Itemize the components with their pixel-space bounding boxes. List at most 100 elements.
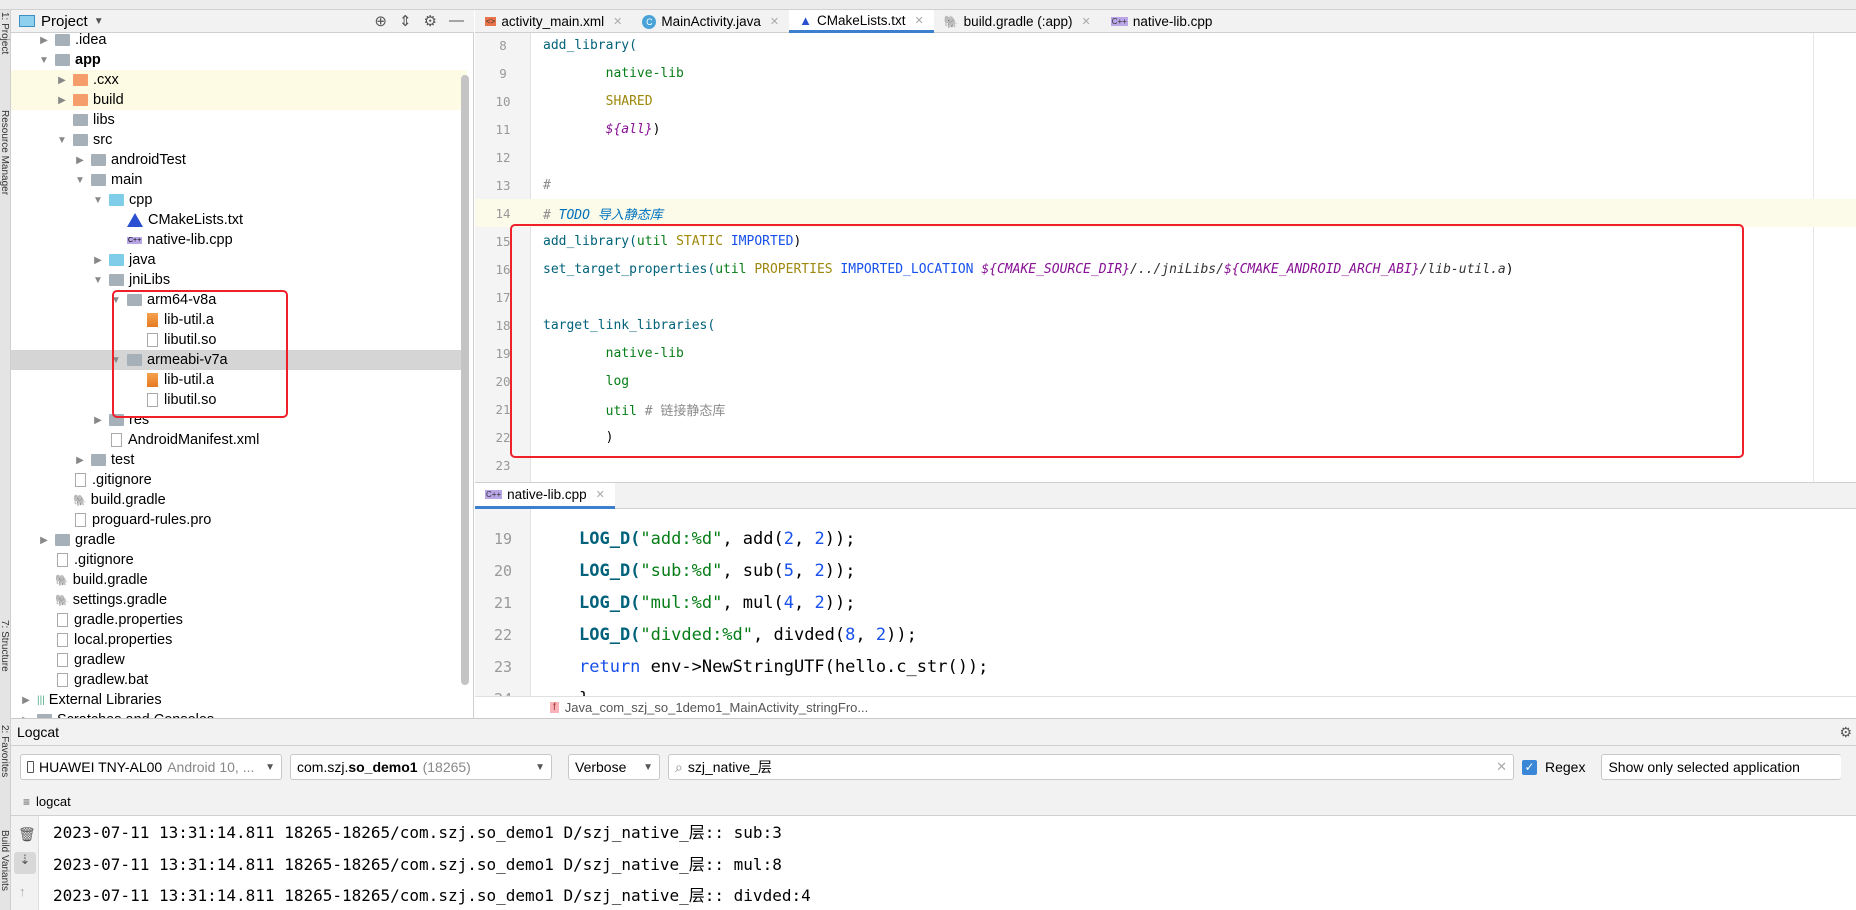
logcat-search-input[interactable]: ⌕ szj_native_层 ✕ <box>668 754 1514 780</box>
code-token: 2 <box>875 625 887 645</box>
code-token: env->NewStringUTF(hello.c_str()); <box>650 657 989 677</box>
tree-item[interactable]: ▶ .idea <box>11 33 467 50</box>
code-line: 19 LOG_D("add:%d", add(2, 2)); <box>475 523 855 555</box>
tree-item[interactable]: ▶ ||| External Libraries <box>11 690 467 710</box>
gradle-icon: 🐘 <box>73 494 87 507</box>
close-icon[interactable]: ✕ <box>1082 15 1091 28</box>
side-tab-favorites[interactable]: 2: Favorites <box>0 725 10 777</box>
minimize-icon[interactable]: — <box>449 12 464 30</box>
tab-activity-main-xml[interactable]: <> activity_main.xml ✕ <box>475 10 632 33</box>
library-icon: ||| <box>37 694 45 706</box>
process-selector[interactable]: com.szj.so_demo1 (18265) ▼ <box>290 754 552 780</box>
tree-item[interactable]: ▶ build <box>11 90 467 110</box>
tab-native-lib-cpp[interactable]: C++ native-lib.cpp <box>1101 10 1223 33</box>
code-token: , mul( <box>722 593 784 613</box>
side-tab-resource-manager[interactable]: Resource Manager <box>0 110 10 195</box>
regex-checkbox[interactable]: ✓ <box>1522 759 1537 775</box>
chevron-right-icon[interactable]: ▶ <box>91 255 105 266</box>
regex-label: Regex <box>1545 759 1586 775</box>
tab-build-gradle-app[interactable]: 🐘 build.gradle (:app) ✕ <box>934 10 1101 33</box>
tab-native-lib-cpp[interactable]: C++ native-lib.cpp ✕ <box>475 483 615 509</box>
tree-item[interactable]: .gitignore <box>11 550 467 570</box>
tree-item-label: java <box>129 252 156 268</box>
chevron-right-icon[interactable]: ▶ <box>73 455 87 466</box>
gear-icon[interactable]: ⚙ <box>1839 724 1856 741</box>
tree-item[interactable]: gradlew <box>11 650 467 670</box>
gear-icon[interactable]: ⚙ <box>424 12 437 30</box>
close-icon[interactable]: ✕ <box>613 15 622 28</box>
side-tab-structure[interactable]: 7: Structure <box>0 620 10 672</box>
tree-item[interactable]: gradle.properties <box>11 610 467 630</box>
cpp-editor[interactable]: 19 LOG_D("add:%d", add(2, 2)); 20 LOG_D("su… <box>475 509 1856 696</box>
tree-item[interactable]: ▶ gradle <box>11 530 467 550</box>
line-code: add_library( <box>531 38 637 53</box>
filter-selector[interactable]: Show only selected application <box>1601 754 1842 780</box>
chevron-down-icon[interactable]: ▼ <box>91 275 105 286</box>
tree-item[interactable]: ▼ main <box>11 170 467 190</box>
file-icon <box>57 553 68 567</box>
chevron-down-icon[interactable]: ▼ <box>55 135 69 146</box>
tree-item[interactable]: ▼ app <box>11 50 467 70</box>
chevron-down-icon[interactable]: ▼ <box>73 175 87 186</box>
tree-item[interactable]: ▶Scratches and Consoles <box>11 710 467 718</box>
tree-item[interactable]: ▶ test <box>11 450 467 470</box>
tree-item[interactable]: .gitignore <box>11 470 467 490</box>
device-selector[interactable]: HUAWEI TNY-AL00 Android 10, ... ▼ <box>20 754 282 780</box>
editor-tabs: <> activity_main.xml ✕ C MainActivity.java ✕ ▲… <box>475 10 1856 33</box>
chevron-right-icon[interactable]: ▶ <box>73 155 87 166</box>
tree-item[interactable]: 🐘 build.gradle <box>11 570 467 590</box>
chevron-down-icon[interactable]: ▼ <box>37 55 51 66</box>
tree-item-label: jniLibs <box>129 272 171 288</box>
close-icon[interactable]: ✕ <box>770 15 779 28</box>
tree-item[interactable]: 🐘 build.gradle <box>11 490 467 510</box>
chevron-right-icon[interactable]: ▶ <box>37 535 51 546</box>
cmake-icon: ▲ <box>799 12 812 28</box>
tree-item[interactable]: CMakeLists.txt <box>11 210 467 230</box>
tree-item[interactable]: libs <box>11 110 467 130</box>
breadcrumb-function[interactable]: Java_com_szj_so_1demo1_MainActivity_stri… <box>565 700 868 715</box>
chevron-down-icon[interactable]: ▼ <box>94 16 104 27</box>
tab-mainactivity-java[interactable]: C MainActivity.java ✕ <box>632 10 789 33</box>
process-pkg: com.szj. <box>297 759 349 775</box>
tree-item[interactable]: AndroidManifest.xml <box>11 430 467 450</box>
collapse-icon[interactable]: ⇕ <box>399 12 412 30</box>
chevron-right-icon[interactable]: ▶ <box>19 695 33 706</box>
tree-item[interactable]: local.properties <box>11 630 467 650</box>
chevron-right-icon[interactable]: ▶ <box>37 35 51 46</box>
tree-item[interactable]: ▶ java <box>11 250 467 270</box>
tree-item[interactable]: proguard-rules.pro <box>11 510 467 530</box>
trash-icon[interactable]: 🗑 <box>18 826 36 843</box>
clear-icon[interactable]: ✕ <box>1496 759 1507 775</box>
folder-icon <box>109 254 124 266</box>
tab-logcat[interactable]: logcat <box>36 794 71 809</box>
highlight-box-code <box>510 224 1744 458</box>
chevron-right-icon[interactable]: ▶ <box>91 415 105 426</box>
close-icon[interactable]: ✕ <box>596 488 605 501</box>
tab-label: CMakeLists.txt <box>816 12 906 28</box>
line-code: return env->NewStringUTF(hello.c_str()); <box>531 657 988 677</box>
code-token: # <box>543 207 559 223</box>
tree-item[interactable]: 🐘 settings.gradle <box>11 590 467 610</box>
tree-item[interactable]: ▼ jniLibs <box>11 270 467 290</box>
breadcrumb[interactable]: f Java_com_szj_so_1demo1_MainActivity_st… <box>475 696 1856 718</box>
arrow-up-icon[interactable]: ↑ <box>19 884 26 899</box>
chevron-right-icon[interactable]: ▶ <box>55 75 69 86</box>
chevron-right-icon[interactable]: ▶ <box>55 95 69 106</box>
tree-item[interactable]: ▼ cpp <box>11 190 467 210</box>
tree-item[interactable]: gradlew.bat <box>11 670 467 690</box>
locate-icon[interactable]: ⊕ <box>374 12 387 30</box>
folder-icon <box>55 54 70 66</box>
side-tab-build-variants[interactable]: Build Variants <box>0 830 10 891</box>
tree-item[interactable]: ▶ androidTest <box>11 150 467 170</box>
tree-item[interactable]: ▶ .cxx <box>11 70 467 90</box>
close-icon[interactable]: ✕ <box>915 14 924 27</box>
tree-item[interactable]: C++ native-lib.cpp <box>11 230 467 250</box>
scroll-to-end-icon[interactable]: ⇣ <box>14 852 36 874</box>
project-view-selector[interactable]: Project <box>41 13 88 30</box>
chevron-down-icon[interactable]: ▼ <box>91 195 105 206</box>
tab-cmakelists-txt[interactable]: ▲ CMakeLists.txt ✕ <box>789 10 934 33</box>
side-tab-project[interactable]: 1: Project <box>0 12 10 54</box>
tree-item[interactable]: ▼ src <box>11 130 467 150</box>
log-level-selector[interactable]: Verbose ▼ <box>568 754 660 780</box>
tree-scrollbar[interactable] <box>461 75 469 685</box>
